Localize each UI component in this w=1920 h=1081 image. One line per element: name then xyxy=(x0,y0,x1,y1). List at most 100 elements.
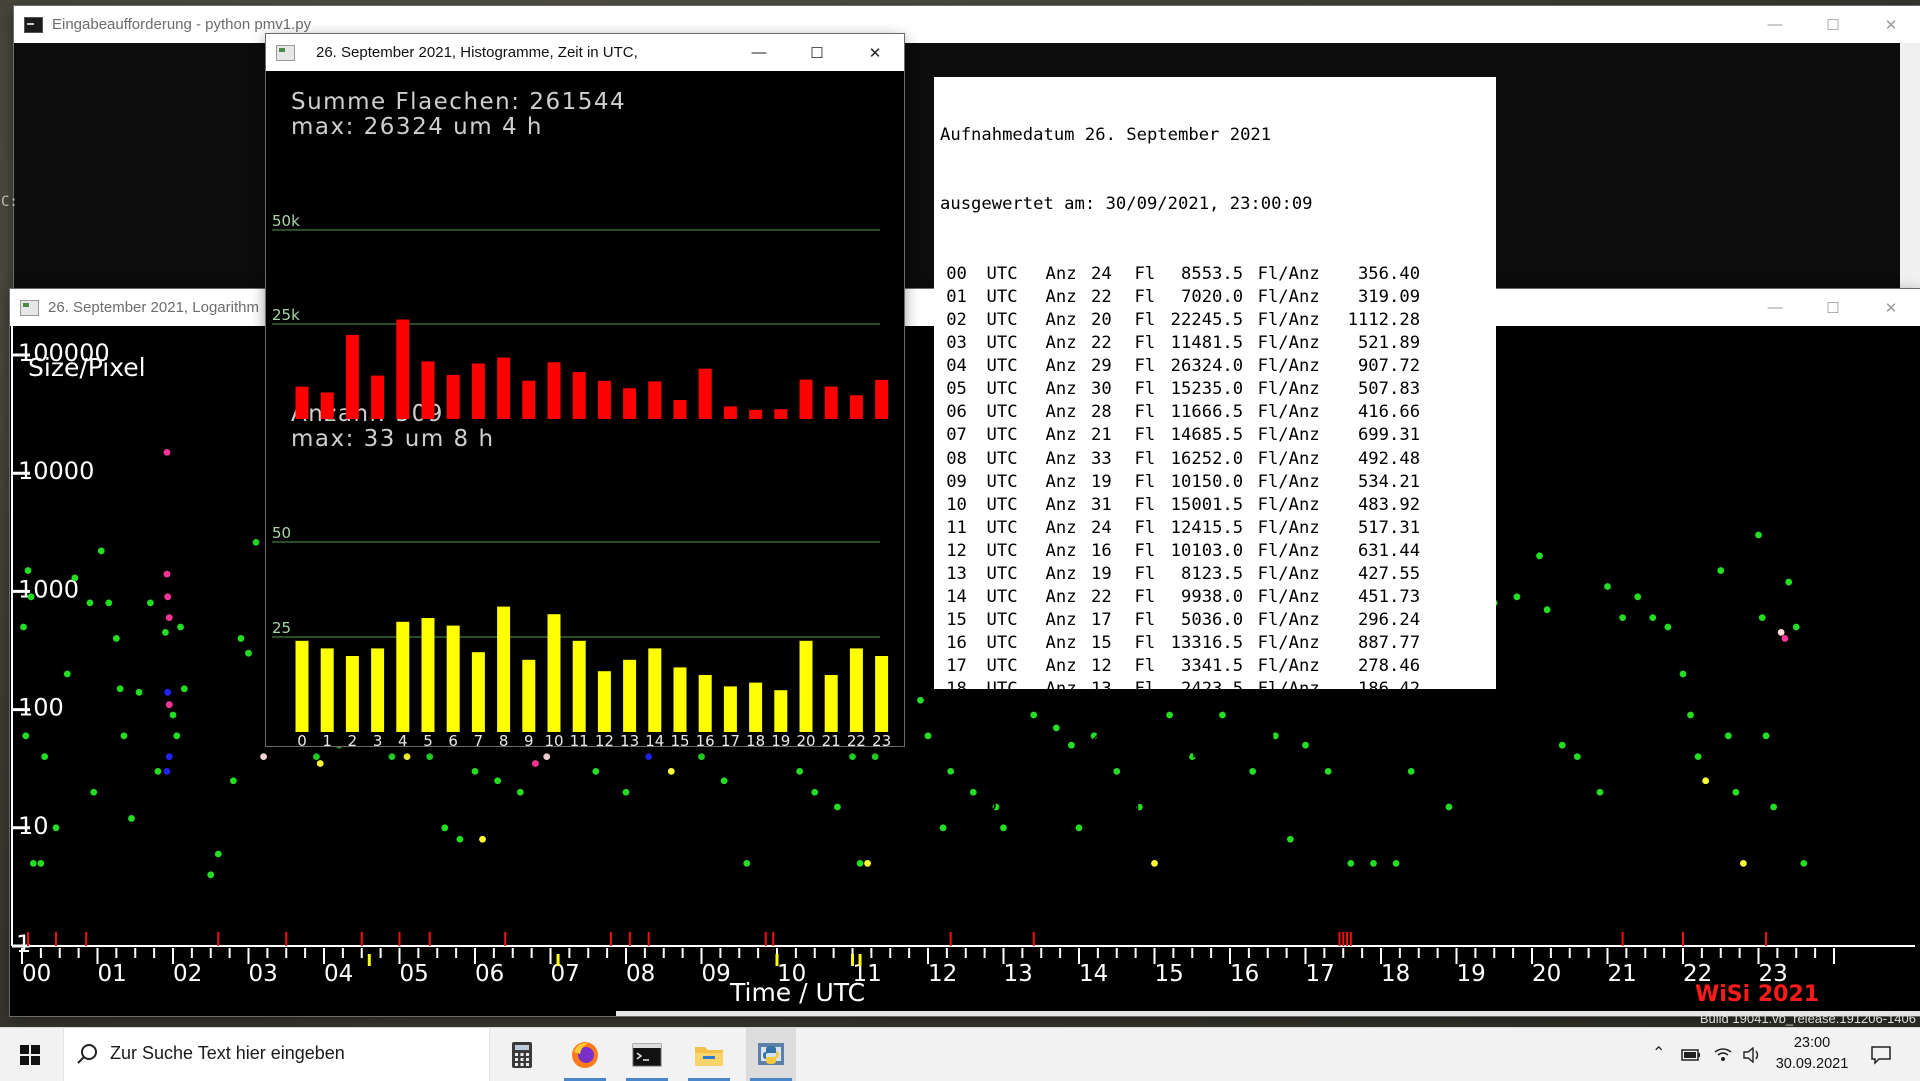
count-bar-18 xyxy=(749,682,763,732)
data-point xyxy=(135,688,143,696)
table-cell: 278.46 xyxy=(1357,656,1421,677)
table-cell: 23 xyxy=(946,794,967,815)
table-cell: 14 xyxy=(946,587,967,608)
table-cell: 434.25 xyxy=(1357,725,1421,746)
data-point xyxy=(479,835,486,843)
data-point xyxy=(1740,859,1747,867)
table-cell: Fl/Anz xyxy=(1257,517,1320,538)
data-point xyxy=(456,835,464,843)
count-bar-10 xyxy=(547,614,561,732)
scatter-window-title: 26. September 2021, Logarithm xyxy=(48,299,259,316)
clock[interactable]: 23:00 30.09.2021 xyxy=(1772,1033,1852,1075)
cmd-scrollbar[interactable] xyxy=(1900,43,1920,290)
taskbar-calculator[interactable] xyxy=(497,1028,547,1081)
taskbar-python[interactable] xyxy=(746,1028,796,1081)
table-cell: 22 xyxy=(1091,771,1112,792)
x-tick-label: 12 xyxy=(928,961,957,987)
histogram-window[interactable]: 26. September 2021, Histogramme, Zeit in… xyxy=(266,34,904,746)
chevron-up-icon[interactable]: ⌃ xyxy=(1652,1043,1665,1063)
tick-25k: 25k xyxy=(272,306,300,324)
data-point xyxy=(1619,614,1626,622)
histogram-app-icon xyxy=(276,45,295,61)
notification-icon[interactable] xyxy=(1870,1045,1892,1065)
data-point xyxy=(1649,614,1657,622)
taskbar-firefox[interactable] xyxy=(560,1028,610,1081)
hour-label: 0 xyxy=(297,732,307,746)
histogram-window-title: 26. September 2021, Histogramme, Zeit in… xyxy=(316,44,638,61)
table-cell: 15 xyxy=(946,610,967,631)
maximize-icon[interactable]: ☐ xyxy=(788,34,846,71)
table-cell: UTC xyxy=(986,448,1018,469)
scatter-app-icon xyxy=(20,300,39,316)
table-cell: UTC xyxy=(986,702,1018,723)
table-cell: UTC xyxy=(986,263,1018,284)
table-row: 11 UTC Anz 24 Fl 12415.5 Fl/Anz 517.31 xyxy=(940,517,1496,540)
table-cell: Fl/Anz xyxy=(1257,356,1320,377)
table-cell: Anz xyxy=(1045,448,1077,469)
close-icon[interactable]: ✕ xyxy=(1862,6,1920,43)
maximize-icon[interactable]: ☐ xyxy=(1804,6,1862,43)
taskbar-search-box[interactable]: Zur Suche Text hier eingeben xyxy=(63,1028,490,1081)
hour-label: 9 xyxy=(524,732,534,746)
data-point xyxy=(1717,567,1725,574)
table-cell: 534.21 xyxy=(1357,471,1421,492)
count-bar-11 xyxy=(572,640,586,732)
table-cell: UTC xyxy=(986,656,1018,677)
table-cell: Anz xyxy=(1045,610,1077,631)
taskbar-file-explorer[interactable] xyxy=(684,1028,734,1081)
table-cell: Fl/Anz xyxy=(1257,563,1320,584)
area-bar-20 xyxy=(799,379,813,419)
data-point xyxy=(63,670,71,678)
table-cell: UTC xyxy=(986,748,1018,769)
area-max-label: max: 26324 um 4 h xyxy=(291,114,543,140)
maximize-icon[interactable]: ☐ xyxy=(1804,289,1862,326)
battery-icon[interactable] xyxy=(1681,1049,1701,1061)
hour-label: 3 xyxy=(373,732,383,746)
signature-text: WiSi 2021 xyxy=(1695,982,1819,1007)
data-point xyxy=(1151,859,1158,867)
data-point xyxy=(645,753,653,761)
data-point xyxy=(230,777,237,785)
table-cell: Fl/Anz xyxy=(1257,725,1320,746)
table-cell: Fl xyxy=(1134,725,1156,746)
data-point xyxy=(41,753,49,761)
table-cell: 29 xyxy=(1091,356,1112,377)
data-point xyxy=(592,768,600,775)
histogram-titlebar[interactable]: 26. September 2021, Histogramme, Zeit in… xyxy=(266,34,904,71)
area-bar-0 xyxy=(295,386,309,419)
taskbar-cmd[interactable] xyxy=(622,1028,672,1081)
data-point xyxy=(120,732,128,740)
table-row: 15 UTC Anz 17 Fl 5036.0 Fl/Anz 296.24 xyxy=(940,609,1496,632)
table-cell: 11481.5 xyxy=(1170,333,1244,354)
minimize-icon[interactable]: — xyxy=(1746,289,1804,326)
clock-date: 30.09.2021 xyxy=(1775,1056,1849,1072)
data-point xyxy=(207,871,215,879)
close-icon[interactable]: ✕ xyxy=(1862,289,1920,326)
table-cell: 517.73 xyxy=(1357,794,1421,815)
table-cell: Fl xyxy=(1134,794,1156,815)
data-point xyxy=(811,788,819,796)
hour-label: 21 xyxy=(822,732,841,746)
table-cell: Anz xyxy=(1045,587,1077,608)
table-cell: 05 xyxy=(946,379,967,400)
table-cell: Fl/Anz xyxy=(1257,379,1320,400)
wifi-icon[interactable] xyxy=(1713,1047,1733,1063)
hour-label: 5 xyxy=(423,732,433,746)
close-icon[interactable]: ✕ xyxy=(846,34,904,71)
table-cell: 699.31 xyxy=(1357,425,1421,446)
minimize-icon[interactable]: — xyxy=(1746,6,1804,43)
table-cell: 00 xyxy=(946,263,967,284)
table-cell: UTC xyxy=(986,679,1018,700)
table-cell: UTC xyxy=(986,587,1018,608)
data-point xyxy=(27,593,35,601)
table-row: 13 UTC Anz 19 Fl 8123.5 Fl/Anz 427.55 xyxy=(940,563,1496,586)
minimize-icon[interactable]: — xyxy=(730,34,788,71)
volume-icon[interactable] xyxy=(1742,1047,1762,1063)
area-bar-15 xyxy=(673,399,687,419)
start-button[interactable] xyxy=(0,1028,60,1081)
data-point xyxy=(313,753,320,761)
y-axis-label: Size/Pixel xyxy=(28,353,146,382)
count-bar-22 xyxy=(849,648,863,732)
table-row: 06 UTC Anz 28 Fl 11666.5 Fl/Anz 416.66 xyxy=(940,401,1496,424)
data-point xyxy=(163,448,171,456)
